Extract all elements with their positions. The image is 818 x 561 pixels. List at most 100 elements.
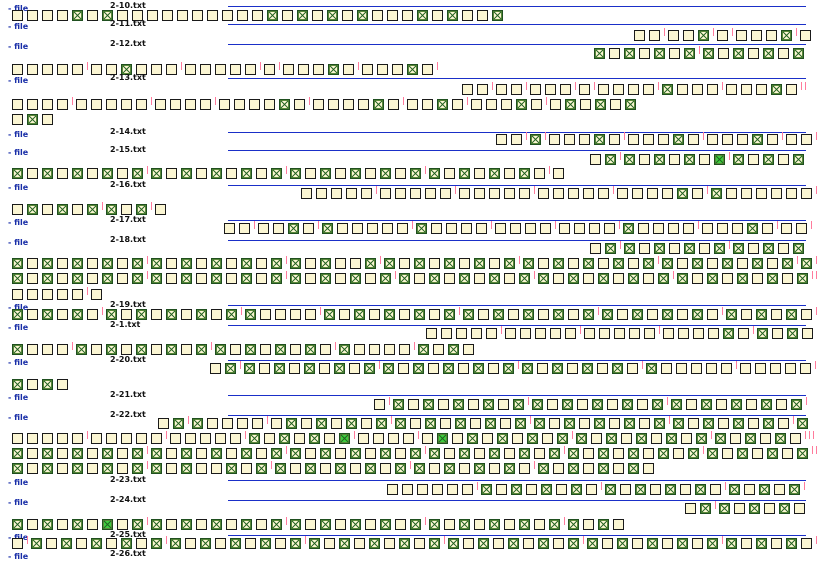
marked-cell[interactable] — [444, 309, 455, 320]
marked-cell[interactable] — [102, 258, 113, 269]
marked-cell[interactable] — [244, 363, 255, 374]
empty-cell[interactable] — [335, 168, 346, 179]
empty-cell[interactable] — [598, 188, 609, 199]
empty-cell[interactable] — [211, 463, 222, 474]
empty-cell[interactable] — [643, 134, 654, 145]
empty-cell[interactable] — [741, 84, 752, 95]
marked-cell[interactable] — [417, 10, 428, 21]
marked-cell[interactable] — [654, 418, 665, 429]
marked-cell[interactable] — [538, 463, 549, 474]
empty-cell[interactable] — [547, 399, 558, 410]
empty-cell[interactable] — [57, 309, 68, 320]
marked-cell[interactable] — [508, 538, 519, 549]
marked-cell[interactable] — [151, 168, 162, 179]
marked-cell[interactable] — [136, 309, 147, 320]
marked-cell[interactable] — [376, 418, 387, 429]
empty-cell[interactable] — [493, 538, 504, 549]
empty-cell[interactable] — [530, 84, 541, 95]
empty-cell[interactable] — [210, 363, 221, 374]
empty-cell[interactable] — [751, 30, 762, 41]
marked-cell[interactable] — [658, 448, 669, 459]
empty-cell[interactable] — [432, 484, 443, 495]
empty-cell[interactable] — [91, 344, 102, 355]
marked-cell[interactable] — [410, 519, 421, 530]
marked-cell[interactable] — [782, 258, 793, 269]
empty-cell[interactable] — [282, 10, 293, 21]
marked-cell[interactable] — [443, 363, 454, 374]
empty-cell[interactable] — [738, 328, 749, 339]
empty-cell[interactable] — [707, 84, 718, 95]
marked-cell[interactable] — [410, 448, 421, 459]
marked-cell[interactable] — [733, 243, 744, 254]
empty-cell[interactable] — [313, 99, 324, 110]
empty-cell[interactable] — [294, 433, 305, 444]
empty-cell[interactable] — [27, 463, 38, 474]
empty-cell[interactable] — [748, 418, 759, 429]
empty-cell[interactable] — [395, 188, 406, 199]
empty-cell[interactable] — [662, 188, 673, 199]
empty-cell[interactable] — [760, 433, 771, 444]
marked-cell[interactable] — [612, 363, 623, 374]
marked-cell[interactable] — [12, 273, 23, 284]
empty-cell[interactable] — [377, 64, 388, 75]
empty-cell[interactable] — [535, 328, 546, 339]
empty-cell[interactable] — [399, 344, 410, 355]
empty-cell[interactable] — [767, 258, 778, 269]
marked-cell[interactable] — [701, 399, 712, 410]
empty-cell[interactable] — [732, 223, 743, 234]
empty-cell[interactable] — [226, 168, 237, 179]
empty-cell[interactable] — [534, 519, 545, 530]
marked-cell[interactable] — [407, 64, 418, 75]
marked-cell[interactable] — [102, 273, 113, 284]
marked-cell[interactable] — [429, 448, 440, 459]
empty-cell[interactable] — [489, 258, 500, 269]
empty-cell[interactable] — [461, 223, 472, 234]
empty-cell[interactable] — [12, 64, 23, 75]
empty-cell[interactable] — [441, 328, 452, 339]
marked-cell[interactable] — [429, 519, 440, 530]
empty-cell[interactable] — [740, 363, 751, 374]
marked-cell[interactable] — [737, 448, 748, 459]
marked-cell[interactable] — [106, 204, 117, 215]
empty-cell[interactable] — [693, 328, 704, 339]
marked-cell[interactable] — [448, 538, 459, 549]
empty-cell[interactable] — [707, 134, 718, 145]
empty-cell[interactable] — [57, 463, 68, 474]
empty-cell[interactable] — [771, 538, 782, 549]
marked-cell[interactable] — [226, 463, 237, 474]
empty-cell[interactable] — [486, 328, 497, 339]
empty-cell[interactable] — [644, 328, 655, 339]
empty-cell[interactable] — [764, 503, 775, 514]
marked-cell[interactable] — [304, 363, 315, 374]
empty-cell[interactable] — [629, 328, 640, 339]
empty-cell[interactable] — [91, 64, 102, 75]
empty-cell[interactable] — [121, 433, 132, 444]
empty-cell[interactable] — [117, 519, 128, 530]
empty-cell[interactable] — [117, 273, 128, 284]
empty-cell[interactable] — [200, 99, 211, 110]
empty-cell[interactable] — [273, 223, 284, 234]
marked-cell[interactable] — [132, 258, 143, 269]
marked-cell[interactable] — [260, 538, 271, 549]
marked-cell[interactable] — [320, 168, 331, 179]
empty-cell[interactable] — [643, 84, 654, 95]
marked-cell[interactable] — [791, 399, 802, 410]
empty-cell[interactable] — [540, 223, 551, 234]
empty-cell[interactable] — [57, 448, 68, 459]
marked-cell[interactable] — [654, 48, 665, 59]
empty-cell[interactable] — [222, 10, 233, 21]
empty-cell[interactable] — [72, 204, 83, 215]
empty-cell[interactable] — [305, 448, 316, 459]
marked-cell[interactable] — [256, 463, 267, 474]
empty-cell[interactable] — [647, 188, 658, 199]
marked-cell[interactable] — [763, 48, 774, 59]
empty-cell[interactable] — [643, 448, 654, 459]
empty-cell[interactable] — [185, 99, 196, 110]
marked-cell[interactable] — [173, 418, 184, 429]
empty-cell[interactable] — [778, 154, 789, 165]
empty-cell[interactable] — [57, 519, 68, 530]
marked-cell[interactable] — [628, 448, 639, 459]
marked-cell[interactable] — [459, 168, 470, 179]
empty-cell[interactable] — [192, 10, 203, 21]
marked-cell[interactable] — [136, 344, 147, 355]
